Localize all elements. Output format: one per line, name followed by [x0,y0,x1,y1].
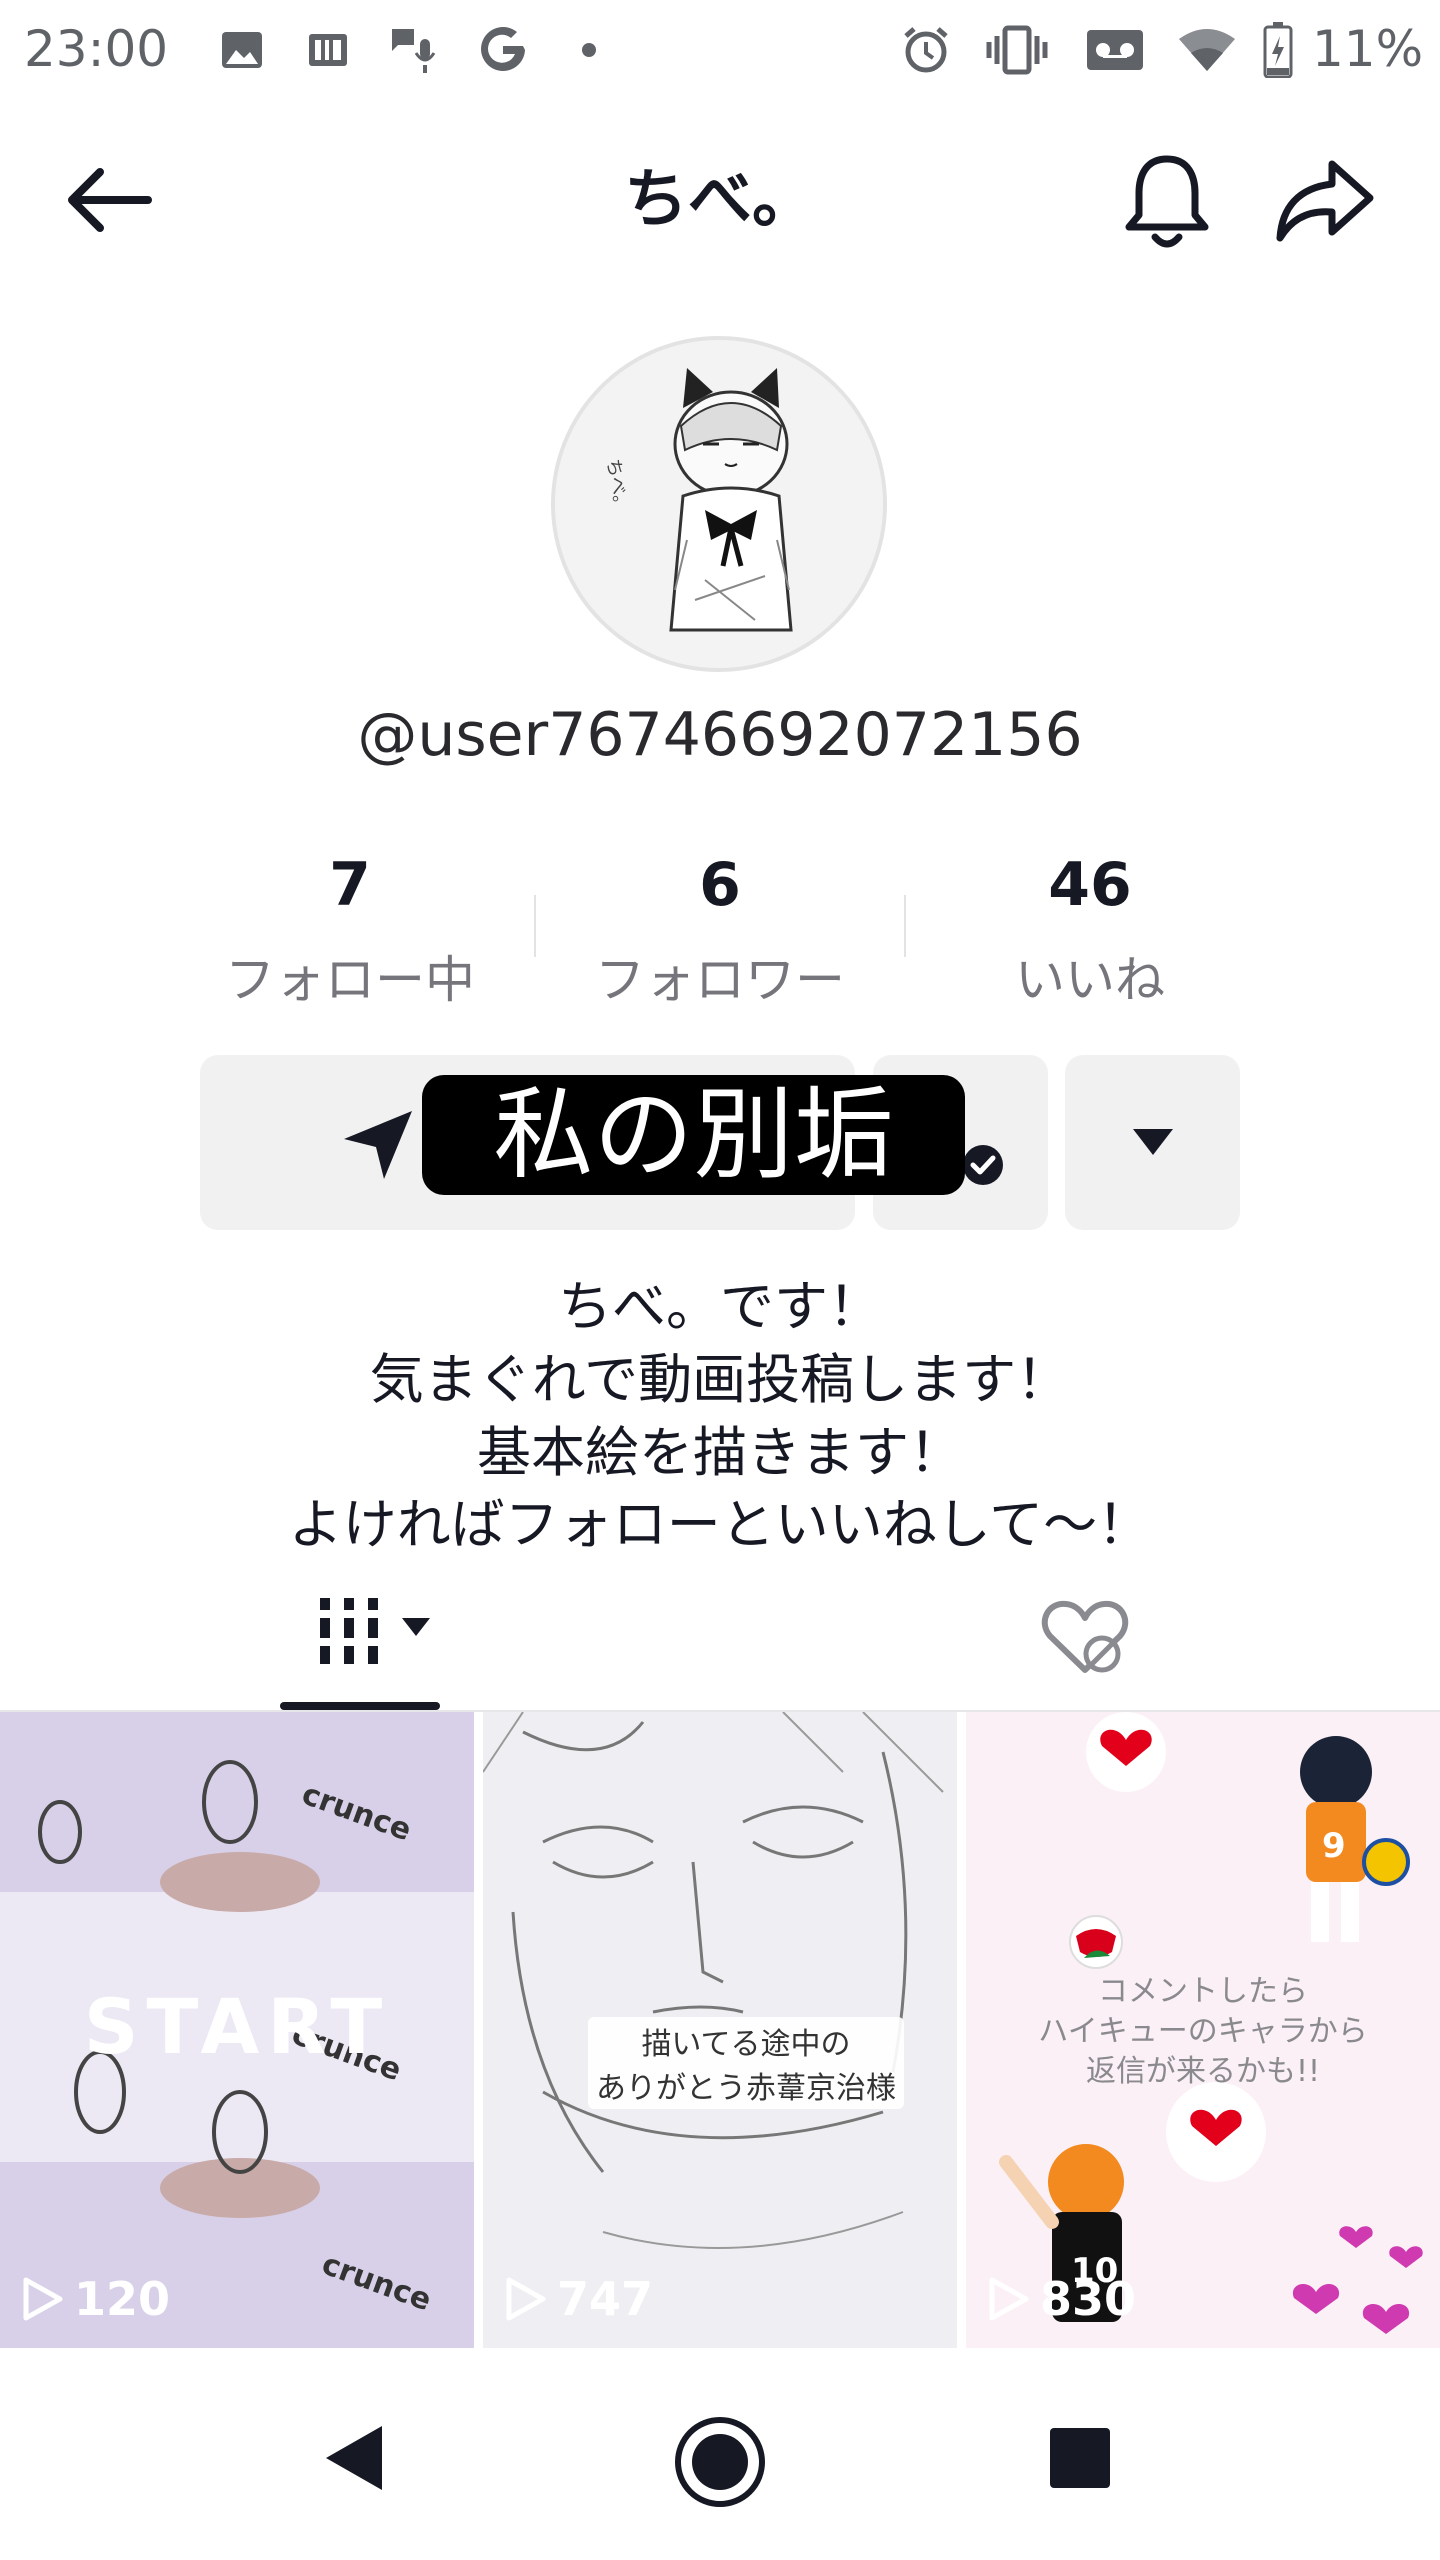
nav-back-icon[interactable] [322,2422,386,2494]
video-thumbnail[interactable]: 9 10 コメントしたら ハイキューのキャラから 返信が来るかも!! 830 [966,1712,1440,2348]
share-arrow-icon [1276,160,1374,242]
nav-recents-icon[interactable] [1048,2426,1112,2490]
bell-icon [1125,155,1209,248]
text-sticker-overlay: 私の別垢 [422,1075,965,1195]
avatar-drawing-icon: ちべ。 [555,340,883,668]
video-thumbnail[interactable]: crunce crunce crunce START 120 [0,1712,474,2348]
page-title: ちべ。 [624,163,816,237]
tab-videos[interactable] [270,1580,450,1710]
tab-liked-private[interactable] [1020,1580,1150,1710]
video-overlay-text: START [83,1982,391,2071]
play-outline-icon [989,2277,1029,2321]
dot-icon [574,22,604,78]
followers-count[interactable]: 6 [530,850,910,920]
voice-chat-icon [384,22,444,78]
bio-line: 基本絵を描きます！ [477,1421,963,1484]
wifi-icon [1172,22,1242,78]
video-caption-line: コメントしたら [1098,1974,1308,2009]
view-count-value: 747 [557,2272,654,2326]
system-nav-bar [0,2352,1440,2560]
likes-count: 46 [1048,850,1132,920]
bio-line: 気まぐれで動画投稿します！ [369,1348,1071,1411]
svg-text:9: 9 [1322,1826,1346,1866]
view-count-value: 830 [1040,2272,1137,2326]
video-caption-line: ハイキューのキャラから [1038,2014,1368,2049]
following-label[interactable]: フォロー中 [160,940,540,1012]
news-icon [298,22,358,78]
notification-bell-button[interactable] [1115,145,1220,255]
battery-percent: 11% [1312,20,1424,78]
video-caption-line: 返信が来るかも!! [1085,2054,1321,2089]
avatar[interactable]: ちべ。 [551,336,887,672]
following-count[interactable]: 7 [160,850,540,920]
bio-line: よければフォローといいねして〜！ [288,1493,1152,1556]
username: @user76746692072156 [357,700,1083,770]
share-button[interactable] [1270,150,1380,250]
status-bar: 23:00 11% [0,0,1440,100]
caret-down-icon [1133,1129,1173,1155]
likes-label: いいね [1015,951,1165,1009]
check-circle-icon [963,1145,1003,1185]
view-count: 120 [22,2272,170,2326]
send-icon [344,1111,412,1179]
google-icon [470,22,536,78]
vibrate-icon [982,22,1052,78]
play-outline-icon [23,2277,63,2321]
view-count: 747 [505,2272,653,2326]
more-dropdown-button[interactable] [1065,1055,1240,1230]
view-count: 830 [988,2272,1136,2326]
play-outline-icon [506,2277,546,2321]
heart-hidden-icon [1041,1600,1129,1673]
battery-icon [1258,22,1298,78]
status-time: 23:00 [24,20,169,78]
video-caption: コメントしたら ハイキューのキャラから 返信が来るかも!! [966,1972,1440,2092]
followers-label[interactable]: フォロワー [530,940,910,1012]
active-tab-indicator [280,1702,440,1710]
nav-home-icon[interactable] [672,2414,768,2510]
video-caption-line: 描いてる途中の [641,2027,851,2062]
alarm-icon [896,22,956,78]
video-caption-line: ありがとう赤葦京治様 [596,2071,896,2106]
view-count-value: 120 [74,2272,171,2326]
image-icon [212,22,272,78]
video-caption: 描いてる途中の ありがとう赤葦京治様 [588,2017,904,2109]
grid-bars-icon [320,1598,378,1664]
caret-down-icon [402,1618,430,1636]
bio-line: ちべ。です！ [558,1275,882,1338]
voicemail-icon [1080,22,1150,78]
video-thumbnail[interactable]: 描いてる途中の ありがとう赤葦京治様 747 [483,1712,957,2348]
